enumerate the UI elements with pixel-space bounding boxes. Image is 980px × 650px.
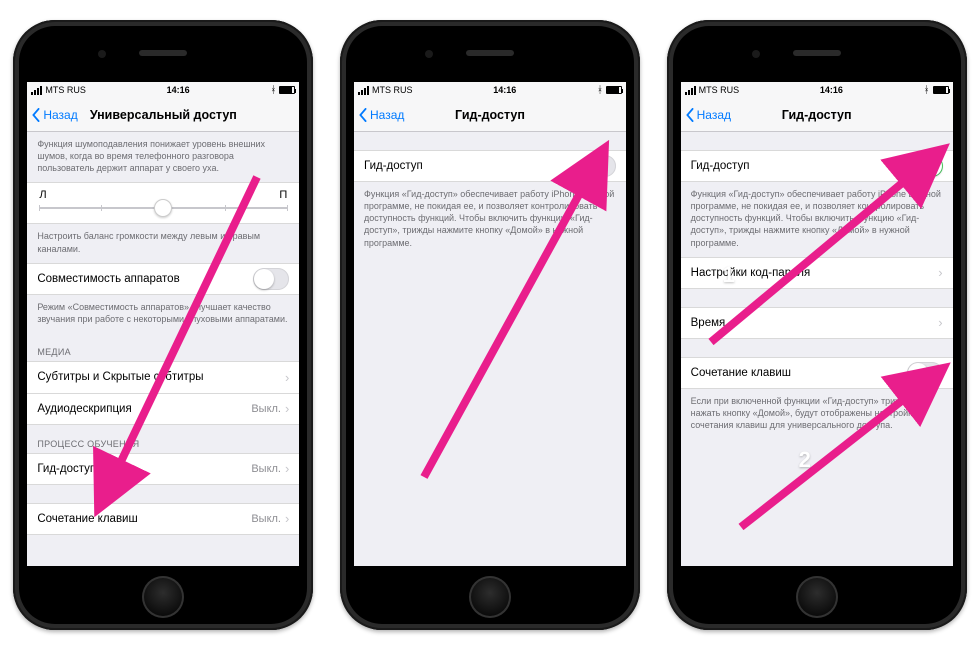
row-value: Выкл.	[251, 403, 281, 415]
content-scroll[interactable]: Гид-доступ Функция «Гид-доступ» обеспечи…	[681, 132, 953, 566]
back-button[interactable]: Назад	[358, 98, 404, 131]
carrier-label: MTS RUS	[45, 85, 86, 95]
bluetooth-icon: ᚼ	[597, 85, 603, 96]
row-accessibility-shortcut-toggle[interactable]: Сочетание клавиш	[681, 357, 953, 389]
nav-title: Гид-доступ	[782, 108, 852, 122]
carrier-label: MTS RUS	[372, 85, 413, 95]
note-noise-reduction: Функция шумоподавления понижает уровень …	[27, 132, 299, 182]
row-hearing-compat[interactable]: Совместимость аппаратов	[27, 263, 299, 295]
row-label: Аудиодескрипция	[37, 403, 251, 415]
back-button[interactable]: Назад	[31, 98, 77, 131]
carrier-label: MTS RUS	[699, 85, 740, 95]
toggle-guided-access[interactable]	[580, 155, 616, 177]
clock-label: 14:16	[167, 85, 190, 95]
screen-accessibility: MTS RUS 14:16 ᚼ Назад Универсальный дост…	[27, 82, 299, 566]
row-value: Выкл.	[251, 513, 281, 525]
row-guided-access[interactable]: Гид-доступ Выкл. ›	[27, 453, 299, 485]
balance-slider-row: Л П	[27, 182, 299, 224]
screen-guided-access-off: MTS RUS 14:16 ᚼ Назад Гид-доступ Гид-дос…	[354, 82, 626, 566]
toggle-guided-access[interactable]	[907, 155, 943, 177]
phone-frame: MTS RUS 14:16 ᚼ Назад Гид-доступ Гид-дос…	[667, 20, 967, 630]
nav-title: Универсальный доступ	[90, 108, 237, 122]
home-button[interactable]	[469, 576, 511, 618]
phone-speaker	[139, 50, 187, 56]
row-label: Гид-доступ	[37, 463, 251, 475]
chevron-right-icon: ›	[285, 461, 289, 476]
note-guided-access: Функция «Гид-доступ» обеспечивает работу…	[681, 182, 953, 257]
annotation-badge-2: 2	[799, 447, 811, 473]
row-accessibility-shortcut[interactable]: Сочетание клавиш Выкл. ›	[27, 503, 299, 535]
nav-bar: Назад Гид-доступ	[354, 98, 626, 132]
toggle-shortcut[interactable]	[907, 362, 943, 384]
row-guided-access-toggle[interactable]: Гид-доступ	[681, 150, 953, 182]
note-balance: Настроить баланс громкости между левым и…	[27, 224, 299, 262]
screen-guided-access-on: MTS RUS 14:16 ᚼ Назад Гид-доступ Гид-дос…	[681, 82, 953, 566]
bluetooth-icon: ᚼ	[924, 85, 930, 96]
nav-title: Гид-доступ	[455, 108, 525, 122]
row-guided-access-toggle[interactable]: Гид-доступ	[354, 150, 626, 182]
note-compat: Режим «Совместимость аппаратов» улучшает…	[27, 295, 299, 333]
status-bar: MTS RUS 14:16 ᚼ	[27, 82, 299, 98]
phone-camera	[752, 50, 760, 58]
row-label: Гид-доступ	[691, 160, 907, 172]
nav-bar: Назад Универсальный доступ	[27, 98, 299, 132]
content-scroll[interactable]: Гид-доступ Функция «Гид-доступ» обеспечи…	[354, 132, 626, 566]
balance-right-label: П	[279, 189, 287, 201]
home-button[interactable]	[142, 576, 184, 618]
nav-bar: Назад Гид-доступ	[681, 98, 953, 132]
chevron-right-icon: ›	[285, 511, 289, 526]
row-time-limits[interactable]: Время ›	[681, 307, 953, 339]
back-label: Назад	[43, 108, 77, 122]
chevron-left-icon	[31, 108, 41, 122]
balance-slider[interactable]	[39, 207, 287, 209]
row-label: Время	[691, 317, 939, 329]
phone-speaker	[466, 50, 514, 56]
slider-thumb[interactable]	[154, 199, 172, 217]
row-audiodescription[interactable]: Аудиодескрипция Выкл. ›	[27, 393, 299, 425]
row-label: Совместимость аппаратов	[37, 273, 253, 285]
bluetooth-icon: ᚼ	[270, 85, 276, 96]
toggle-hearing-compat[interactable]	[253, 268, 289, 290]
note-guided-access: Функция «Гид-доступ» обеспечивает работу…	[354, 182, 626, 257]
back-label: Назад	[370, 108, 404, 122]
section-media: МЕДИА	[27, 333, 299, 361]
chevron-left-icon	[358, 108, 368, 122]
section-learning: ПРОЦЕСС ОБУЧЕНИЯ	[27, 425, 299, 453]
chevron-right-icon: ›	[938, 315, 942, 330]
row-label: Субтитры и Скрытые субтитры	[37, 371, 285, 383]
clock-label: 14:16	[493, 85, 516, 95]
phone-camera	[98, 50, 106, 58]
clock-label: 14:16	[820, 85, 843, 95]
phone-speaker	[793, 50, 841, 56]
battery-icon	[279, 86, 295, 94]
signal-icon	[358, 86, 369, 95]
content-scroll[interactable]: Функция шумоподавления понижает уровень …	[27, 132, 299, 566]
phone-frame: MTS RUS 14:16 ᚼ Назад Универсальный дост…	[13, 20, 313, 630]
back-button[interactable]: Назад	[685, 98, 731, 131]
balance-left-label: Л	[39, 189, 46, 201]
battery-icon	[606, 86, 622, 94]
row-subtitles[interactable]: Субтитры и Скрытые субтитры ›	[27, 361, 299, 393]
row-label: Сочетание клавиш	[691, 367, 907, 379]
signal-icon	[31, 86, 42, 95]
chevron-right-icon: ›	[938, 265, 942, 280]
row-label: Гид-доступ	[364, 160, 580, 172]
phone-frame: MTS RUS 14:16 ᚼ Назад Гид-доступ Гид-дос…	[340, 20, 640, 630]
row-passcode-settings[interactable]: Настройки код-пароля ›	[681, 257, 953, 289]
status-bar: MTS RUS 14:16 ᚼ	[354, 82, 626, 98]
signal-icon	[685, 86, 696, 95]
row-label: Сочетание клавиш	[37, 513, 251, 525]
status-bar: MTS RUS 14:16 ᚼ	[681, 82, 953, 98]
note-shortcut: Если при включенной функции «Гид-доступ»…	[681, 389, 953, 439]
phone-camera	[425, 50, 433, 58]
back-label: Назад	[697, 108, 731, 122]
annotation-badge-1: 1	[723, 262, 735, 288]
chevron-right-icon: ›	[285, 401, 289, 416]
battery-icon	[933, 86, 949, 94]
row-value: Выкл.	[251, 463, 281, 475]
chevron-left-icon	[685, 108, 695, 122]
chevron-right-icon: ›	[285, 370, 289, 385]
home-button[interactable]	[796, 576, 838, 618]
